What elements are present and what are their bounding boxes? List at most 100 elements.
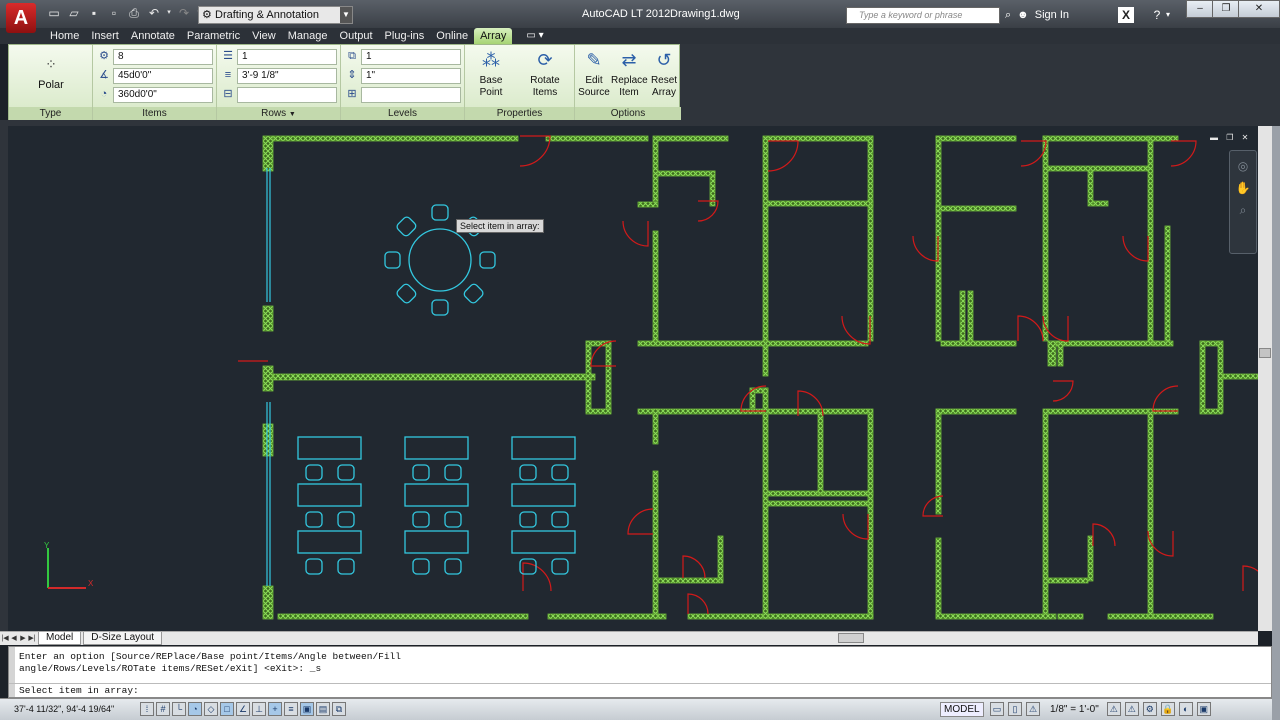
isolate-objects-icon[interactable]: ◐	[1178, 702, 1193, 716]
rows-total-field[interactable]	[237, 86, 337, 103]
tab-d-size-layout[interactable]: D-Size Layout	[83, 632, 163, 645]
prev-layout-icon[interactable]: ◀	[10, 633, 18, 645]
tab-view[interactable]: View	[246, 28, 282, 44]
tab-manage[interactable]: Manage	[282, 28, 334, 44]
levels-spacing-field[interactable]: 1"	[361, 67, 461, 84]
selection-cycling-icon[interactable]: ⧉	[332, 702, 346, 716]
command-prompt-input[interactable]: Select item in array:	[19, 685, 139, 697]
lineweight-icon[interactable]: ≡	[284, 702, 298, 716]
ortho-icon[interactable]: └	[172, 702, 186, 716]
vertical-scroll-thumb[interactable]	[1259, 348, 1271, 358]
dynamic-input-icon[interactable]: +	[268, 702, 282, 716]
tab-array[interactable]: Array	[474, 28, 513, 44]
object-snap-icon[interactable]: □	[220, 702, 234, 716]
fill-angle-field[interactable]: 360d0'0"	[113, 86, 213, 103]
open-icon[interactable]: ▱	[66, 5, 82, 21]
transparency-icon[interactable]: ▣	[300, 702, 314, 716]
zoom-icon[interactable]: ⌕	[1230, 203, 1256, 218]
coordinate-readout[interactable]: 37'-4 11/32", 94'-4 19/64"	[14, 704, 114, 714]
isodraft-icon[interactable]: ◇	[204, 702, 218, 716]
reset-array-button[interactable]: ↺ Reset Array	[647, 47, 681, 99]
tab-home[interactable]: Home	[44, 28, 85, 44]
rows-spacing-field[interactable]: 3'-9 1/8"	[237, 67, 337, 84]
quick-properties-icon[interactable]: ▤	[316, 702, 330, 716]
workspace-switcher[interactable]: ⚙ Drafting & Annotation ▼	[198, 6, 353, 24]
quick-view-layouts-icon[interactable]: ▭	[990, 702, 1004, 716]
polar-tracking-icon[interactable]: ◔	[188, 702, 202, 716]
grid-icon[interactable]: #	[156, 702, 170, 716]
rotate-items-label: Rotate Items	[530, 75, 560, 98]
rows-total-row: ⊟	[219, 86, 337, 103]
first-layout-icon[interactable]: |◀	[1, 633, 9, 645]
wall	[867, 135, 874, 342]
application-menu-button[interactable]: A	[6, 3, 36, 33]
snap-tracking-icon[interactable]: ∠	[236, 702, 250, 716]
levels-total-field[interactable]	[361, 86, 461, 103]
levels-count-field[interactable]: 1	[361, 48, 461, 65]
save-as-icon[interactable]: ▫	[106, 5, 122, 21]
tab-plug-ins[interactable]: Plug-ins	[379, 28, 431, 44]
dynamic-ucs-icon[interactable]: ⊥	[252, 702, 266, 716]
annotation-scale-icon[interactable]: ⚠	[1026, 702, 1040, 716]
new-icon[interactable]: ▭	[46, 5, 62, 21]
chair	[519, 511, 537, 528]
tab-insert[interactable]: Insert	[85, 28, 125, 44]
fill-angle-icon: ◔	[100, 88, 108, 100]
last-layout-icon[interactable]: ▶|	[28, 633, 36, 645]
pan-icon[interactable]: ✋	[1230, 181, 1256, 195]
ribbon-minimize-icon[interactable]: ▭ ▾	[526, 28, 543, 44]
items-count-field[interactable]: 8	[113, 48, 213, 65]
chevron-down-icon[interactable]: ▼	[340, 7, 352, 23]
help-dropdown-icon[interactable]: ▾	[1164, 6, 1172, 24]
steeringwheel-icon[interactable]: ◎	[1230, 159, 1256, 173]
minimize-button[interactable]: –	[1186, 0, 1214, 18]
snap-icon[interactable]: ⁞	[140, 702, 154, 716]
annotation-scale[interactable]: 1/8" = 1'-0"	[1050, 704, 1099, 715]
angle-between-field[interactable]: 45d0'0"	[113, 67, 213, 84]
items-count-icon: ⚙	[99, 50, 109, 62]
command-line[interactable]: Enter an option [Source/REPlace/Base poi…	[8, 646, 1272, 698]
undo-dropdown-icon[interactable]: ▾	[166, 5, 172, 21]
viewport-controls[interactable]: ▬ ❐ ✕	[1210, 133, 1251, 142]
navigation-bar[interactable]: ◎ ✋ ⌕	[1229, 150, 1257, 254]
command-line-grip[interactable]	[9, 647, 15, 697]
rows-count-field[interactable]: 1	[237, 48, 337, 65]
clean-screen-icon[interactable]: ▣	[1196, 702, 1211, 716]
tab-annotate[interactable]: Annotate	[125, 28, 181, 44]
replace-item-button[interactable]: ⇄ Replace Item	[611, 47, 648, 99]
annotation-visibility-icon[interactable]: ⚠	[1106, 702, 1121, 716]
close-button[interactable]: ✕	[1238, 0, 1280, 18]
model-space-button[interactable]: MODEL	[940, 702, 984, 717]
wall	[1222, 373, 1258, 380]
drawing-canvas[interactable]: Y X Select item in array:	[8, 126, 1258, 631]
search-input[interactable]: Type a keyword or phrase	[846, 7, 1000, 24]
vertical-scrollbar[interactable]	[1258, 126, 1272, 631]
door-swing	[519, 135, 551, 167]
horizontal-scroll-thumb[interactable]	[838, 633, 864, 643]
wall	[935, 408, 942, 515]
plot-icon[interactable]: ⎙	[126, 5, 142, 21]
rows-panel-title[interactable]: Rows ▼	[217, 107, 340, 121]
items-panel-title: Items	[93, 107, 216, 121]
redo-icon[interactable]: ↷	[176, 5, 192, 21]
maximize-button[interactable]: ❐	[1212, 0, 1240, 18]
exchange-icon[interactable]: X	[1118, 7, 1134, 23]
lock-icon[interactable]: 🔒	[1160, 702, 1175, 716]
tab-model[interactable]: Model	[38, 632, 82, 645]
save-icon[interactable]: ▪	[86, 5, 102, 21]
edit-source-button[interactable]: ✎ Edit Source	[577, 47, 611, 99]
tab-output[interactable]: Output	[334, 28, 379, 44]
auto-scale-icon[interactable]: ⚠	[1124, 702, 1139, 716]
undo-icon[interactable]: ↶	[146, 5, 162, 21]
rotate-items-button[interactable]: ⟳ Rotate Items	[517, 47, 573, 99]
tab-online[interactable]: Online	[430, 28, 474, 44]
polar-type-button[interactable]: ⁘ Polar	[29, 51, 73, 92]
next-layout-icon[interactable]: ▶	[19, 633, 27, 645]
tab-parametric[interactable]: Parametric	[181, 28, 246, 44]
door-swing	[522, 562, 552, 592]
workspace-switching-icon[interactable]: ⚙	[1142, 702, 1157, 716]
base-point-button[interactable]: ⁂ Base Point	[467, 47, 515, 99]
levels-icon: ⧉	[348, 50, 356, 62]
sign-in-button[interactable]: ⌕ ☻ Sign In	[1005, 6, 1069, 24]
quick-view-drawings-icon[interactable]: ▯	[1008, 702, 1022, 716]
